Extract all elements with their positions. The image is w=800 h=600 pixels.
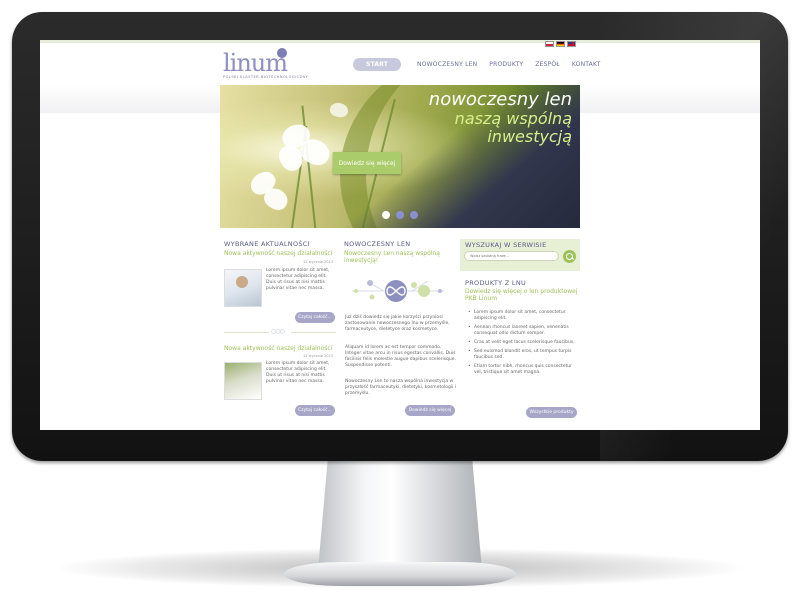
nav-item-nowoczesny-len[interactable]: NOWOCZESNY LEN (417, 61, 477, 68)
news-item-thumbnail[interactable] (224, 362, 262, 400)
slider-dots (382, 211, 418, 219)
list-item: Aenean rhoncus laoreet sapien, venenatis… (468, 325, 580, 337)
hero-title-line-2: naszą wspólną (454, 109, 572, 128)
flag-pl-icon[interactable] (545, 41, 554, 47)
search-panel: WYSZUKAJ W SERWISIE (460, 239, 580, 271)
list-item: Lorem ipsum dolor sit amet, consectetur … (468, 310, 580, 322)
news-item-text: Lorem ipsum dolor sit amet, consectetur … (266, 361, 330, 384)
products-subtitle: Dowiedz się więcej o len produktowej PKB… (465, 288, 578, 302)
slider-dot[interactable] (382, 211, 390, 219)
news-item-thumbnail[interactable] (224, 269, 262, 307)
slider-dot[interactable] (396, 211, 404, 219)
logo-tagline: POLSKI KLASTER BIOTECHNOLOGICZNY (223, 75, 309, 79)
modern-flax-paragraph-2: Aliquam id lorem ac est tempor commodo. … (345, 345, 456, 368)
search-title: WYSZUKAJ W SERWISIE (465, 241, 547, 249)
hero-title-line-1: nowoczesny len (428, 89, 572, 110)
search-input[interactable] (464, 251, 559, 261)
products-list: Lorem ipsum dolor sit amet, consectetur … (468, 310, 580, 379)
news-item-text: Lorem ipsum dolor sit amet, consectetur … (266, 268, 330, 291)
hero-learn-more-button[interactable]: Dowiedz się więcej (333, 152, 401, 174)
language-switcher (545, 41, 576, 47)
nav-item-produkty[interactable]: PRODUKTY (489, 61, 523, 68)
divider-line (291, 332, 336, 333)
news-item-date: 12 stycznia 2013 (303, 354, 333, 358)
molecule-icon (352, 280, 444, 302)
slider-dot[interactable] (410, 211, 418, 219)
monitor-stand-base (284, 562, 516, 586)
divider-line (224, 332, 269, 333)
search-icon[interactable] (563, 250, 576, 263)
news-title: WYBRANE AKTUALNOŚCI (224, 240, 310, 248)
flag-en-icon[interactable] (567, 41, 576, 47)
read-more-button[interactable]: Czytaj całość... (295, 405, 335, 416)
news-item-date: 12 stycznia 2013 (303, 260, 333, 264)
divider-rings-icon: ○○○ (271, 328, 285, 335)
news-item-heading[interactable]: Nowa aktywność naszej działalności (224, 345, 344, 352)
modern-flax-learn-more-button[interactable]: Dowiedz się więcej (405, 405, 455, 416)
modern-flax-paragraph-3: Nowoczesny Len to nasza wspólna inwestyc… (345, 379, 457, 396)
modern-flax-subtitle: Nowoczesny Len naszą wspólną inwestycją! (344, 250, 440, 264)
monitor-stand (318, 458, 482, 570)
hero-title-line-3: inwestycją (487, 127, 572, 146)
website-screen: linum POLSKI KLASTER BIOTECHNOLOGICZNY S… (40, 40, 760, 430)
nav-item-start[interactable]: START (353, 58, 402, 71)
nav-item-kontakt[interactable]: KONTAKT (572, 61, 601, 68)
flag-de-icon[interactable] (556, 41, 565, 47)
logo-dot-icon (277, 48, 287, 58)
all-products-button[interactable]: Wszystkie produkty (526, 407, 577, 418)
news-item-heading[interactable]: Nowa aktywność naszej działalności (224, 250, 344, 257)
modern-flax-paragraph-1: Już dziś dowiedz się jakie korzyści przy… (345, 315, 450, 332)
main-nav: START NOWOCZESNY LEN PRODUKTY ZESPÓŁ KON… (353, 57, 613, 72)
read-more-button[interactable]: Czytaj całość... (295, 312, 335, 323)
list-item: Cras at velit eget lacus scelerisque fau… (468, 340, 580, 346)
nav-item-zespol[interactable]: ZESPÓŁ (535, 61, 560, 68)
list-item: Sed euismod blandit eros, ut tempus turp… (468, 349, 580, 361)
list-item: Etiam tortor nibh, rhoncus quis consecte… (468, 364, 580, 376)
products-title: PRODUKTY Z LNU (465, 279, 527, 287)
modern-flax-title: NOWOCZESNY LEN (344, 240, 411, 248)
